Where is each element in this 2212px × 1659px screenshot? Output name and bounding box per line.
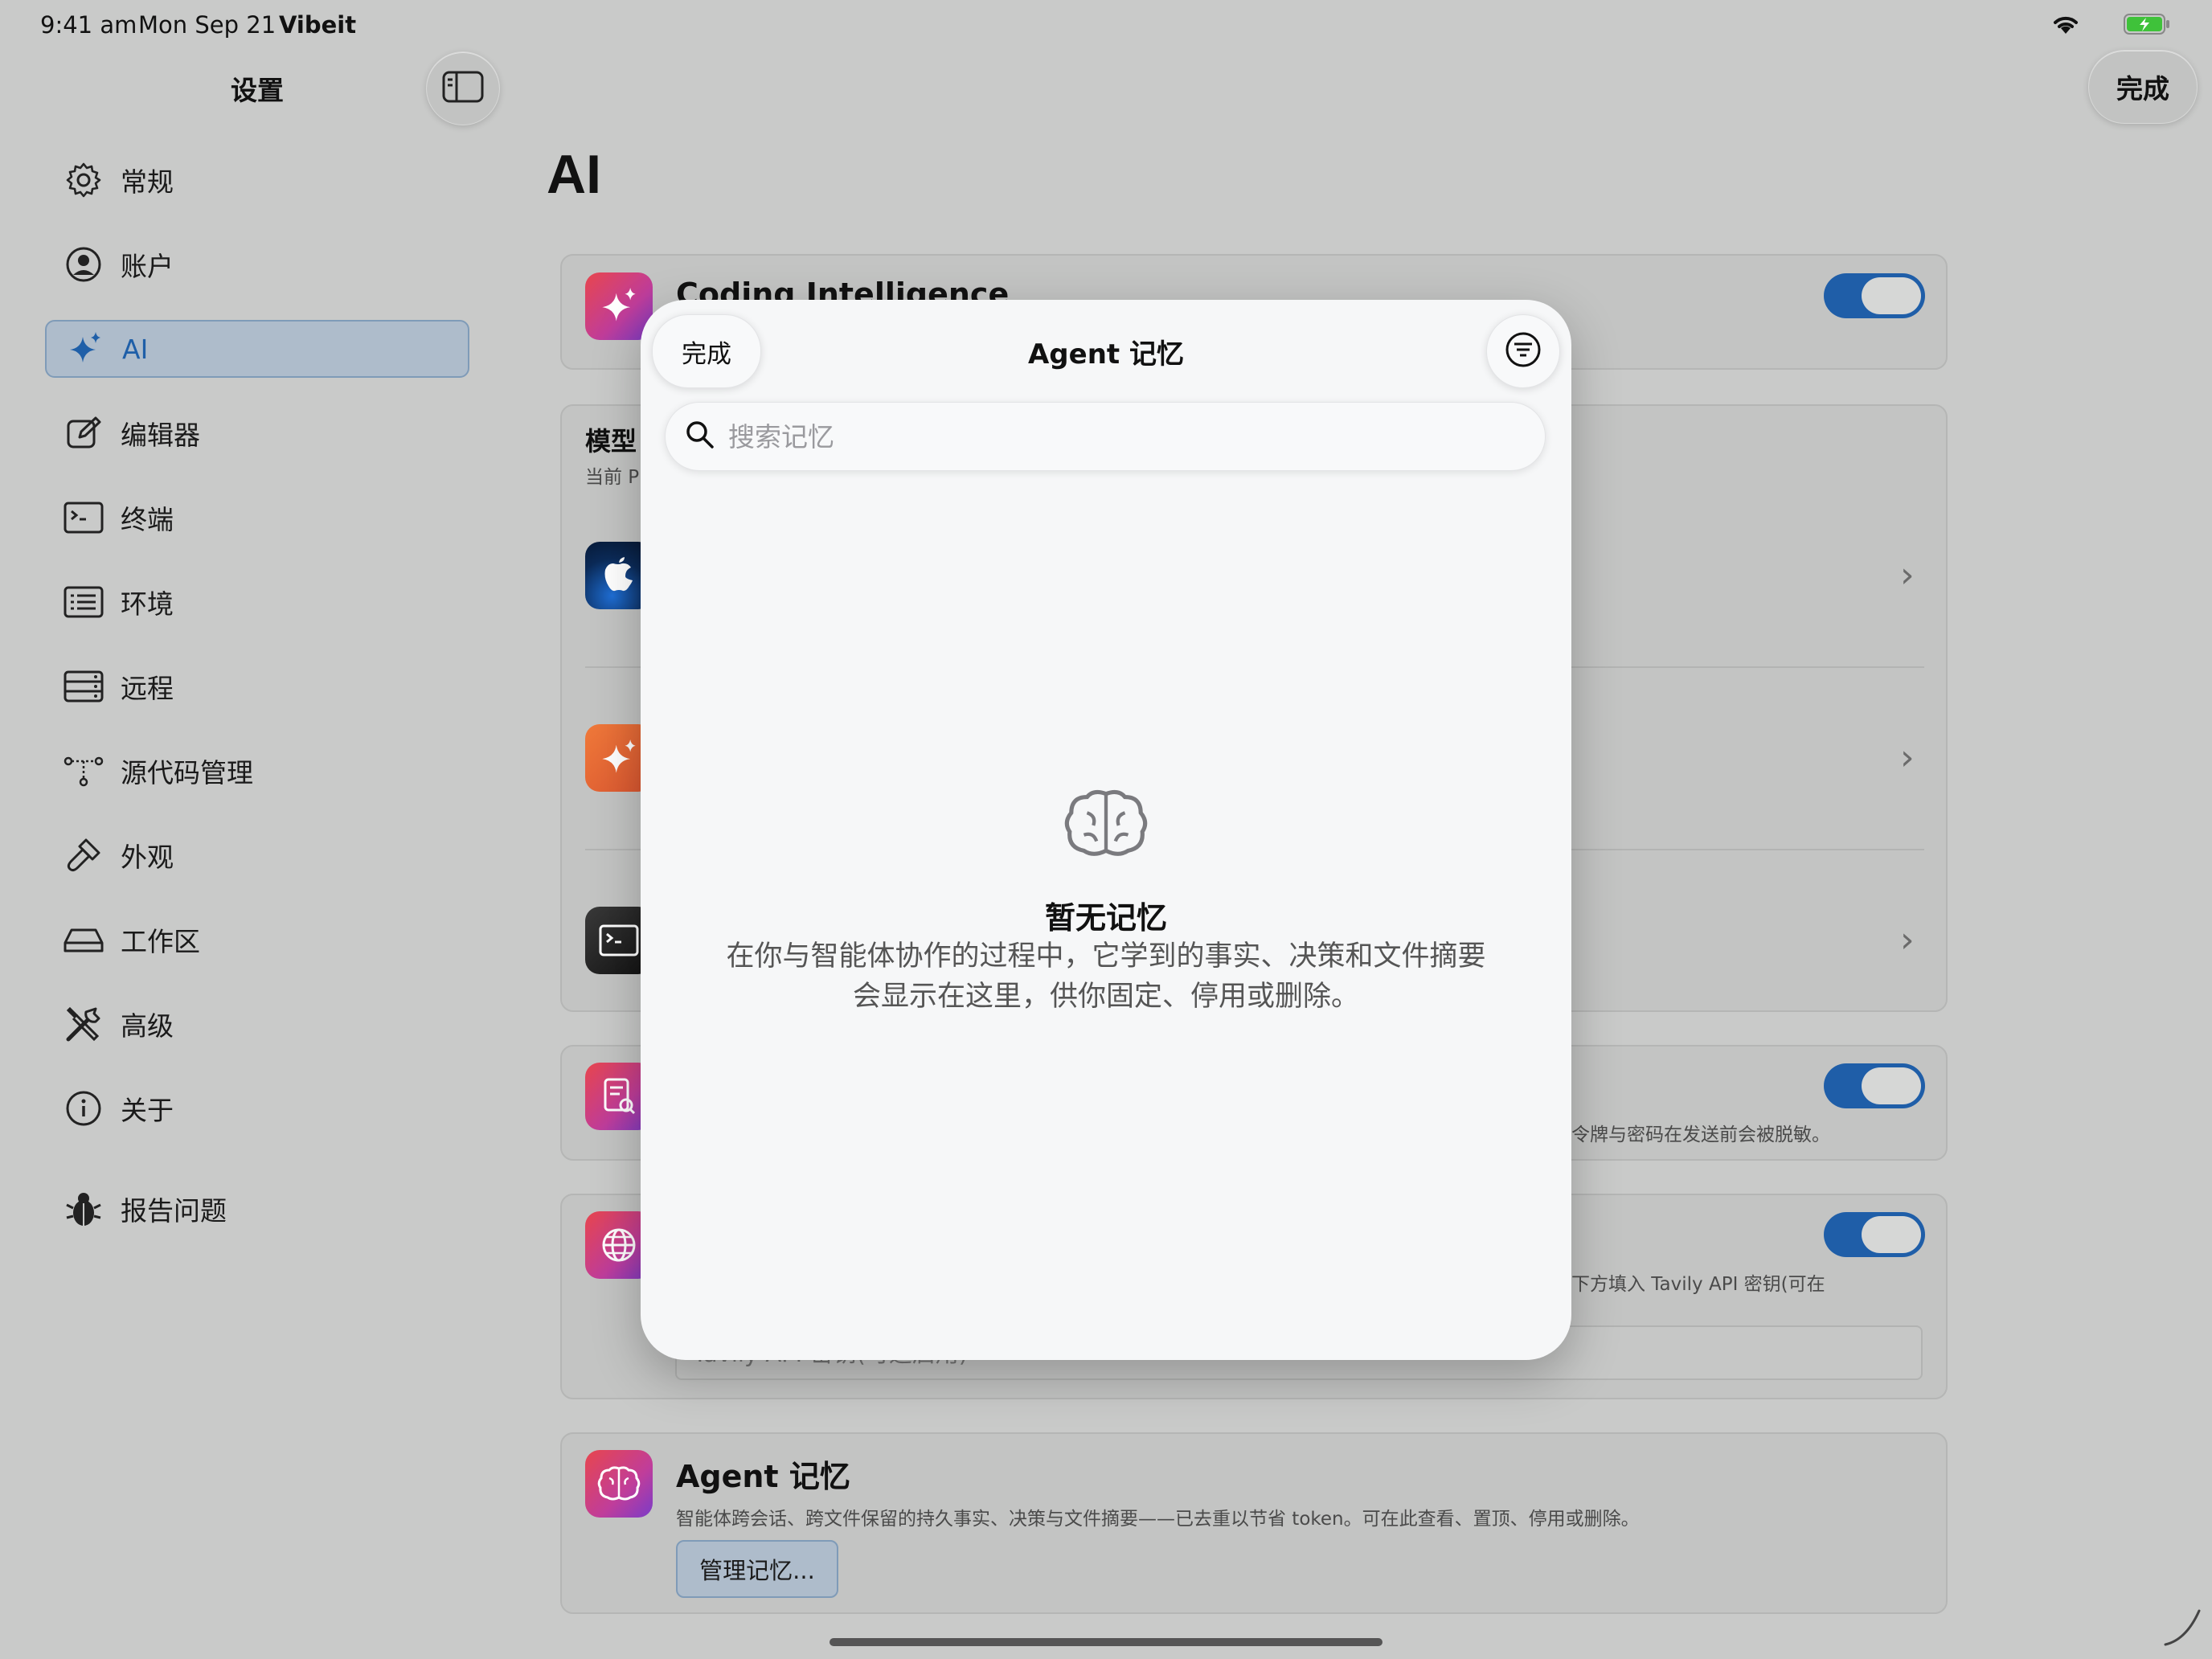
search-field[interactable] [665,402,1546,471]
sidebar-item-label: 关于 [121,1095,174,1126]
sidebar-item-label: 常规 [121,166,174,198]
empty-state-title: 暂无记忆 [1044,900,1167,936]
chevron-right-icon[interactable]: › [1900,737,1915,778]
sidebar-item-label: AI [122,333,149,365]
list-icon [63,581,104,623]
drive-icon [63,919,104,961]
server-icon [63,666,104,707]
sidebar-item-label: 报告问题 [121,1195,227,1227]
sidebar-item-label: 工作区 [121,926,200,957]
info-icon [63,1088,104,1129]
sidebar-item-environment[interactable]: 环境 [45,573,469,631]
model-section-title: 模型 [585,426,637,457]
sidebar-item-label: 账户 [121,251,174,282]
agent-memory-title: Agent 记忆 [676,1459,850,1494]
page-title: AI [547,144,601,205]
empty-state-description: 在你与智能体协作的过程中，它学到的事实、决策和文件摘要会显示在这里，供你固定、停… [726,940,1486,1013]
sidebar-item-appearance[interactable]: 外观 [45,826,469,884]
status-app-name: Vibeit [279,11,357,39]
sidebar-item-source-control[interactable]: 源代码管理 [45,742,469,800]
square-pencil-icon [63,412,104,454]
chevron-right-icon[interactable]: › [1900,555,1915,596]
status-time: 9:41 am [40,11,137,39]
tools-icon [63,1003,104,1045]
sidebar-item-label: 环境 [121,588,174,620]
sidebar-item-terminal[interactable]: 终端 [45,489,469,547]
done-button[interactable]: 完成 [2088,50,2198,124]
sidebar-item-editor[interactable]: 编辑器 [45,404,469,462]
sidebar-icon [442,71,484,106]
sidebar-item-label: 终端 [121,504,174,535]
sidebar-item-ai[interactable]: AI [45,320,469,378]
pencil-stroke-icon [2162,1608,2202,1651]
sidebar-item-label: 外观 [121,842,174,873]
sidebar-item-label: 编辑器 [121,420,200,451]
sidebar-item-report-issue[interactable]: 报告问题 [45,1180,469,1238]
model-section-subtitle: 当前 P [585,467,640,488]
sparkles-icon [64,328,106,370]
web-search-description: 下方填入 Tavily API 密钥(可在 [1571,1274,1825,1295]
brain-icon [1062,787,1150,864]
sidebar-toggle-button[interactable] [426,51,500,125]
modal-title: Agent 记忆 [1027,338,1184,371]
filter-button[interactable] [1486,314,1560,388]
filter-icon [1505,331,1542,371]
sidebar-item-remote[interactable]: 远程 [45,657,469,715]
agent-memory-sheet: 完成 Agent 记忆 暂无记忆 在你与智能体协作的过程中，它学到的事实、决策和… [641,300,1571,1360]
chevron-right-icon[interactable]: › [1900,920,1915,961]
coding-intelligence-toggle[interactable] [1824,273,1925,318]
sidebar-item-about[interactable]: 关于 [45,1079,469,1137]
manage-memory-button[interactable]: 管理记忆... [676,1540,838,1598]
sidebar-item-label: 远程 [121,673,174,704]
search-input[interactable] [727,420,1453,453]
sidebar-item-workspace[interactable]: 工作区 [45,911,469,969]
sidebar-item-advanced[interactable]: 高级 [45,995,469,1053]
branch-icon [63,750,104,792]
paintbrush-icon [63,834,104,876]
agent-memory-description: 智能体跨会话、跨文件保留的持久事实、决策与文件摘要——已去重以节省 token。… [676,1509,1640,1530]
bug-icon [63,1188,104,1230]
privacy-toggle[interactable] [1824,1063,1925,1108]
person-circle-icon [63,244,104,285]
sidebar-item-label: 源代码管理 [121,757,253,789]
home-indicator [830,1638,1382,1646]
sidebar-item-label: 高级 [121,1010,174,1042]
wifi-icon [2051,13,2080,39]
battery-icon [2124,13,2172,39]
terminal-icon [63,497,104,539]
search-icon [685,420,715,453]
status-date: Mon Sep 21 [138,11,276,39]
privacy-description: 令牌与密码在发送前会被脱敏。 [1571,1124,1830,1145]
sidebar-item-account[interactable]: 账户 [45,236,469,293]
gear-icon [63,159,104,201]
sidebar-item-general[interactable]: 常规 [45,151,469,209]
brain-icon [585,1450,653,1518]
web-search-toggle[interactable] [1824,1212,1925,1257]
